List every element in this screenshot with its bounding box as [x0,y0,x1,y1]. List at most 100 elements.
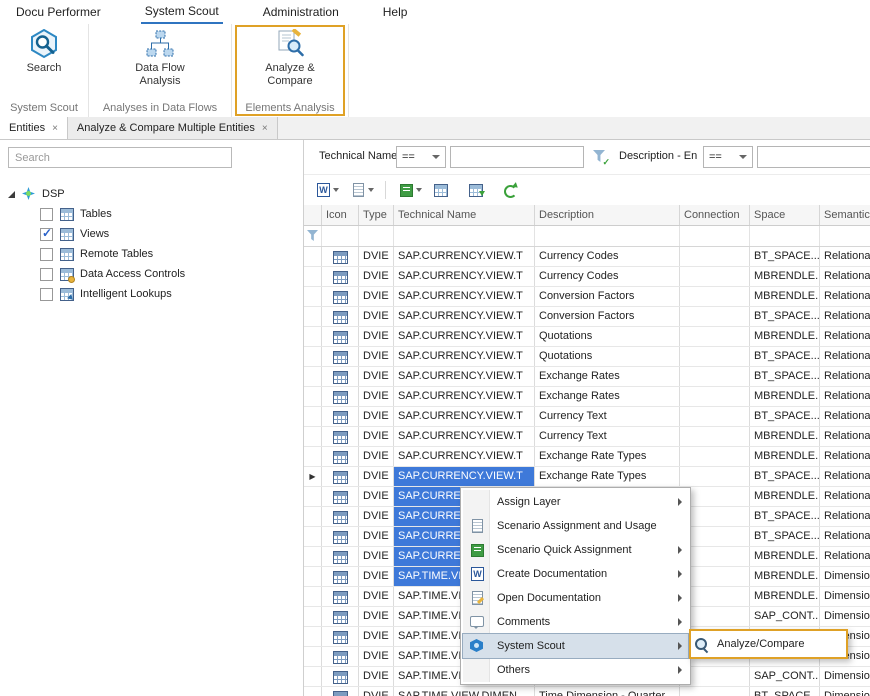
filter-cell[interactable] [750,226,820,246]
toolbar-button[interactable] [430,178,459,202]
column-header[interactable]: Connection [680,205,750,225]
tree-item[interactable]: Intelligent Lookups [0,284,303,304]
table-row[interactable]: DVIE SAP.CURRENCY.VIEW.T Exchange Rate T… [304,447,870,467]
toolbar-button[interactable] [465,178,494,202]
column-header[interactable]: Technical Name [394,205,535,225]
cell-technical-name[interactable]: SAP.CURRENCY.VIEW.T [394,407,535,426]
menu-tab[interactable]: Help [379,0,412,24]
table-row[interactable]: DVIE SAP.CURRENCY.VIEW.T Currency Codes … [304,247,870,267]
context-menu-item[interactable]: Scenario Assignment and Usage [463,514,688,538]
expand-icon[interactable] [8,191,15,198]
cell-connection [680,387,750,406]
menu-item-icon [463,542,489,558]
analyze-compare-button[interactable]: Analyze & Compare [248,27,332,88]
cell-technical-name[interactable]: SAP.CURRENCY.VIEW.T [394,387,535,406]
tree-item[interactable]: Views [0,224,303,244]
menu-tab[interactable]: Administration [259,0,343,24]
operator-select-description[interactable]: == [703,146,753,168]
tree-root-dsp[interactable]: DSP [0,184,303,204]
cell-technical-name[interactable]: SAP.CURRENCY.VIEW.T [394,347,535,366]
filter-funnel-icon[interactable] [592,149,608,165]
column-header[interactable]: Description [535,205,680,225]
view-table-icon [333,531,348,544]
menu-tab[interactable]: System Scout [141,0,223,24]
column-header[interactable]: Space [750,205,820,225]
context-menu-item[interactable]: Create Documentation [463,562,688,586]
toolbar-button[interactable] [395,178,424,202]
table-row[interactable]: DVIE SAP.CURRENCY.VIEW.T Exchange Rate T… [304,467,870,487]
table-row[interactable]: DVIE SAP.CURRENCY.VIEW.T Exchange Rates … [304,387,870,407]
cell-technical-name[interactable]: SAP.CURRENCY.VIEW.T [394,467,535,486]
checkbox[interactable] [40,288,53,301]
filter-cell[interactable] [820,226,870,246]
cell-technical-name[interactable]: SAP.CURRENCY.VIEW.T [394,307,535,326]
cell-technical-name[interactable]: SAP.CURRENCY.VIEW.T [394,427,535,446]
view-icon-cell [322,467,359,486]
context-menu-item[interactable]: Open Documentation [463,586,688,610]
toolbar-button[interactable] [347,178,376,202]
close-icon[interactable]: × [262,123,268,134]
column-header[interactable] [304,205,322,225]
checkbox[interactable] [40,248,53,261]
filter-input-description[interactable] [757,146,870,168]
cell-space: BT_SPACE... [750,247,820,266]
context-menu-item[interactable]: Scenario Quick Assignment [463,538,688,562]
table-row[interactable]: DVIE SAP.CURRENCY.VIEW.T Quotations MBRE… [304,327,870,347]
filter-cell[interactable] [680,226,750,246]
analyze-compare-menu-item[interactable]: Analyze/Compare [693,633,844,655]
cell-technical-name[interactable]: SAP.CURRENCY.VIEW.T [394,287,535,306]
tree-item[interactable]: Data Access Controls [0,264,303,284]
grid-filter-row [304,226,870,247]
table-row[interactable]: DVIE SAP.CURRENCY.VIEW.T Currency Codes … [304,267,870,287]
cell-technical-name[interactable]: SAP.TIME.VIEW.DIMEN... [394,687,535,696]
menu-tab-label: Docu Performer [16,5,101,19]
filter-cell[interactable] [394,226,535,246]
cell-semantic: Relational [820,247,870,266]
filter-label-description: Description - En [619,150,697,162]
document-tab[interactable]: Entities × [0,117,68,139]
cell-type: DVIE [359,487,394,506]
checkbox[interactable] [40,208,53,221]
toolbar-button[interactable] [500,178,529,202]
tree-item[interactable]: Tables [0,204,303,224]
filter-input-technical-name[interactable] [450,146,584,168]
table-row[interactable]: DVIE SAP.CURRENCY.VIEW.T Conversion Fact… [304,287,870,307]
tree-item[interactable]: Remote Tables [0,244,303,264]
cell-technical-name[interactable]: SAP.CURRENCY.VIEW.T [394,327,535,346]
cell-type: DVIE [359,627,394,646]
toolbar-button[interactable] [385,181,386,199]
checkbox[interactable] [40,228,53,241]
context-menu-item[interactable]: System Scout [463,634,688,658]
close-icon[interactable]: × [52,123,58,134]
filter-cell[interactable] [359,226,394,246]
cell-space: SAP_CONT... [750,667,820,686]
cell-technical-name[interactable]: SAP.CURRENCY.VIEW.T [394,447,535,466]
table-row[interactable]: DVIE SAP.CURRENCY.VIEW.T Conversion Fact… [304,307,870,327]
column-header[interactable]: Icon [322,205,359,225]
data-flow-analysis-button[interactable]: Data Flow Analysis [118,27,202,88]
filter-cell[interactable] [322,226,359,246]
column-header[interactable]: Semantic U... [820,205,870,225]
context-menu-item[interactable]: Others [463,658,688,682]
cell-technical-name[interactable]: SAP.CURRENCY.VIEW.T [394,267,535,286]
search-input[interactable] [8,147,232,168]
table-row[interactable]: DVIE SAP.CURRENCY.VIEW.T Quotations BT_S… [304,347,870,367]
column-header[interactable]: Type [359,205,394,225]
table-row[interactable]: DVIE SAP.CURRENCY.VIEW.T Currency Text M… [304,427,870,447]
cell-technical-name[interactable]: SAP.CURRENCY.VIEW.T [394,247,535,266]
operator-select-technical-name[interactable]: == [396,146,446,168]
filter-bar: Technical Name == Description - En == [304,140,870,175]
context-menu-item[interactable]: Comments [463,610,688,634]
cell-technical-name[interactable]: SAP.CURRENCY.VIEW.T [394,367,535,386]
table-row[interactable]: DVIE SAP.CURRENCY.VIEW.T Currency Text B… [304,407,870,427]
search-button[interactable]: Search [2,27,86,75]
document-tab[interactable]: Analyze & Compare Multiple Entities × [68,117,278,139]
menu-tab[interactable]: Docu Performer [12,0,105,24]
checkbox[interactable] [40,268,53,281]
ribbon-group-system-scout: Search System Scout [0,24,89,117]
context-menu-item[interactable]: Assign Layer [463,490,688,514]
toolbar-button[interactable] [312,178,341,202]
filter-cell[interactable] [535,226,680,246]
table-row[interactable]: DVIE SAP.CURRENCY.VIEW.T Exchange Rates … [304,367,870,387]
table-row[interactable]: DVIE SAP.TIME.VIEW.DIMEN... Time Dimensi… [304,687,870,696]
